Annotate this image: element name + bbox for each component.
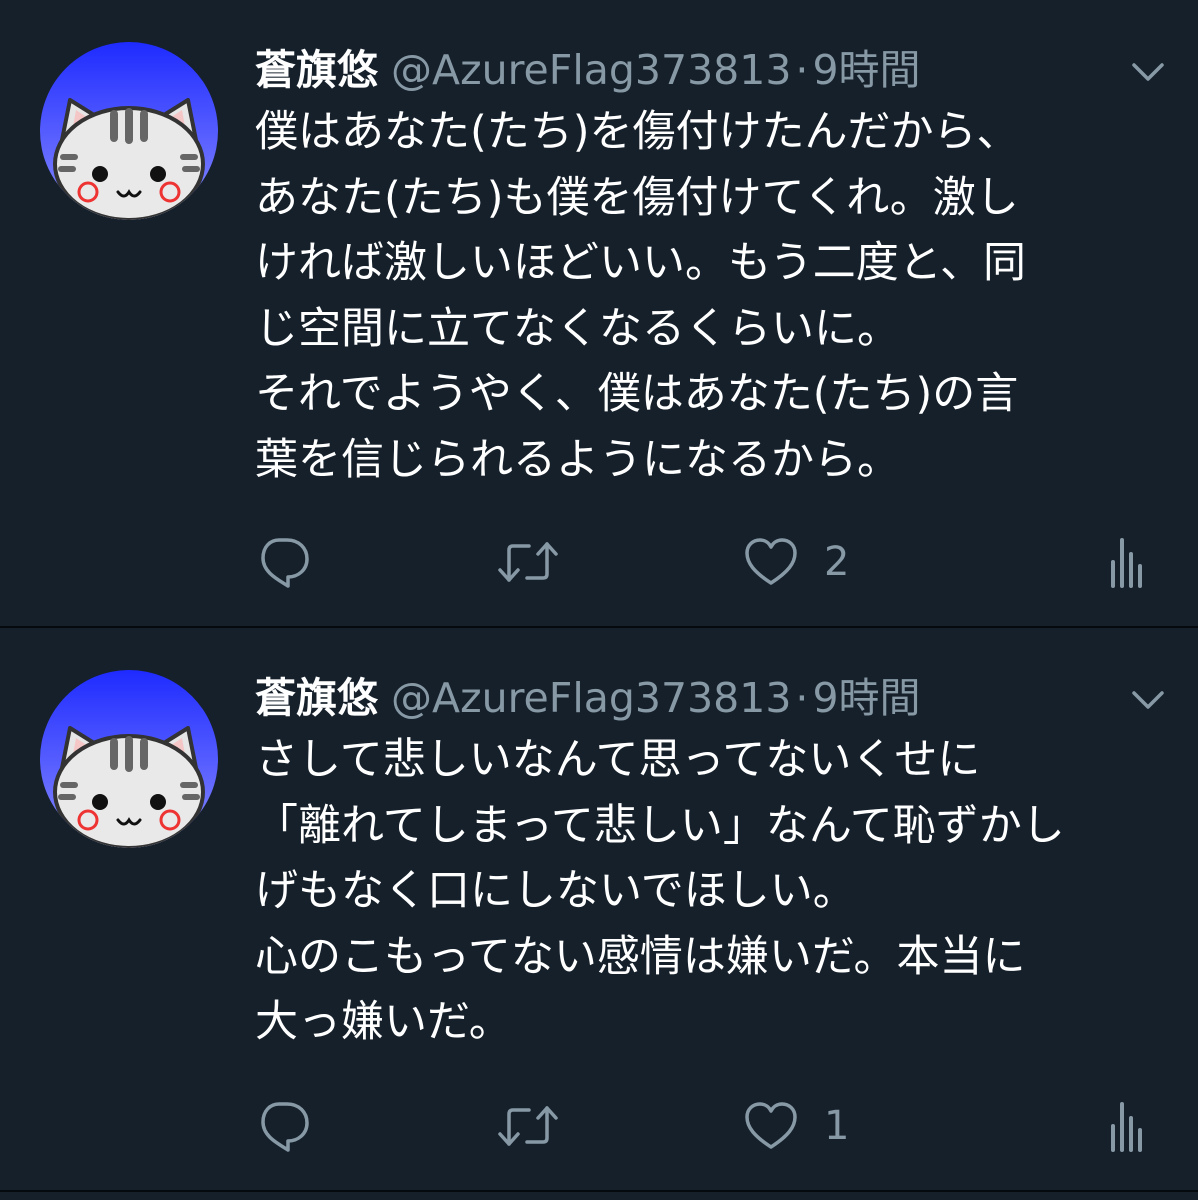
retweet-icon	[497, 1098, 559, 1154]
user-handle[interactable]: @AzureFlag373813	[391, 46, 791, 94]
chevron-down-icon[interactable]	[1128, 52, 1168, 92]
like-button[interactable]: 2	[744, 532, 849, 592]
like-count: 2	[824, 539, 850, 585]
timestamp[interactable]: 9時間	[812, 674, 920, 722]
reply-button[interactable]	[255, 532, 311, 592]
reply-button[interactable]	[255, 1096, 311, 1156]
timestamp[interactable]: 9時間	[812, 46, 920, 94]
user-handle[interactable]: @AzureFlag373813	[391, 674, 791, 722]
tweet-actions: 1	[0, 1096, 1198, 1156]
display-name[interactable]: 蒼旗悠	[255, 46, 378, 94]
heart-icon	[744, 1100, 798, 1152]
tweet-actions: 2	[0, 532, 1198, 592]
separator-dot: ·	[795, 674, 809, 722]
reply-icon	[255, 534, 311, 590]
analytics-button[interactable]	[1108, 1096, 1144, 1156]
separator-dot: ·	[795, 46, 809, 94]
analytics-icon	[1108, 536, 1144, 588]
retweet-button[interactable]	[497, 1096, 559, 1156]
analytics-icon	[1108, 1100, 1144, 1152]
display-name[interactable]: 蒼旗悠	[255, 674, 378, 722]
analytics-button[interactable]	[1108, 532, 1144, 592]
tweet-header: 蒼旗悠 @AzureFlag373813·9時間	[255, 40, 921, 100]
heart-icon	[744, 536, 798, 588]
avatar[interactable]	[40, 670, 218, 848]
like-count: 1	[824, 1103, 850, 1149]
divider	[0, 1190, 1198, 1192]
avatar[interactable]	[40, 42, 218, 220]
tweet-text: 僕はあなた(たち)を傷付けたんだから、 あなた(たち)も僕を傷付けてくれ。激し …	[255, 107, 1026, 485]
retweet-icon	[497, 534, 559, 590]
reply-icon	[255, 1098, 311, 1154]
retweet-button[interactable]	[497, 532, 559, 592]
tweet-header: 蒼旗悠 @AzureFlag373813·9時間	[255, 668, 921, 728]
like-button[interactable]: 1	[744, 1096, 849, 1156]
chevron-down-icon[interactable]	[1128, 680, 1168, 720]
tweet-text: さして悲しいなんて思ってないくせに 「離れてしまって悲しい」なんて恥ずかし げも…	[255, 735, 1065, 1047]
